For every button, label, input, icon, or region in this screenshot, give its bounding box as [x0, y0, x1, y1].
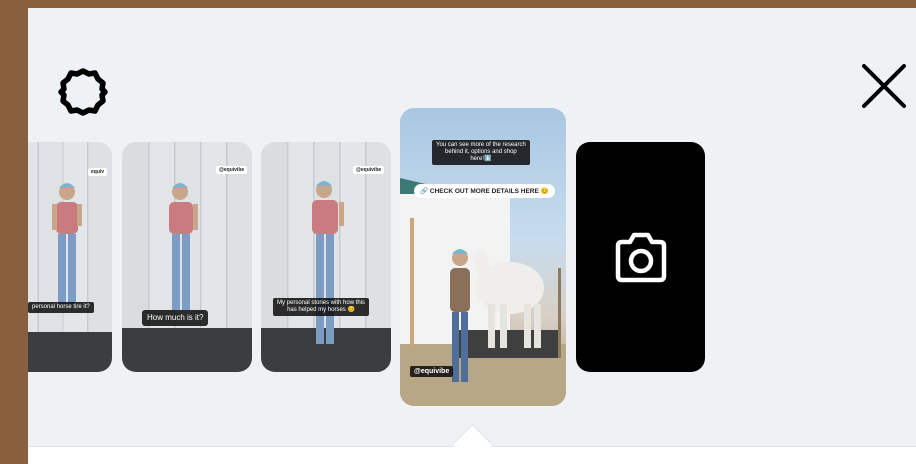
story-caption: My personal stories with how this has he…	[273, 298, 370, 316]
story-caption-line: You can see more of the research	[436, 142, 526, 148]
story-thumbnail-1[interactable]: equiv personal horse tire it?	[28, 142, 112, 372]
add-story-camera-button[interactable]	[576, 142, 705, 372]
settings-button[interactable]	[56, 65, 110, 119]
camera-icon	[615, 232, 667, 283]
close-button[interactable]	[858, 60, 910, 112]
story-caption-line: behind it, options and shop	[445, 149, 517, 155]
person-figure	[122, 183, 252, 372]
person-figure	[28, 183, 112, 372]
story-thumbnail-3[interactable]: @equivibe My personal stories with how t…	[261, 142, 391, 372]
close-icon	[862, 64, 906, 108]
story-tray-panel: equiv personal horse tire it? @equivibe …	[28, 8, 916, 464]
story-handle: equiv	[88, 168, 108, 176]
story-caption: personal horse tire it?	[28, 302, 94, 313]
person-figure	[261, 181, 391, 372]
story-thumbnail-current[interactable]: You can see more of the research behind …	[400, 108, 566, 406]
story-caption-line: has helped my horses 😊	[287, 307, 355, 313]
story-thumbnail-2[interactable]: @equivibe How much is it?	[122, 142, 252, 372]
link-sticker[interactable]: 🔗 CHECK OUT MORE DETAILS HERE 😊	[414, 184, 555, 198]
gear-icon	[58, 68, 108, 116]
story-caption: How much is it?	[142, 310, 209, 326]
story-caption-line: My personal stories with how this	[277, 300, 366, 306]
story-caption-line: here!⬇️	[470, 156, 492, 162]
story-handle: @equivibe	[353, 166, 385, 174]
story-caption: You can see more of the research behind …	[432, 140, 530, 165]
story-handle: @equivibe	[216, 166, 248, 174]
story-handle: @equivibe	[410, 366, 454, 377]
